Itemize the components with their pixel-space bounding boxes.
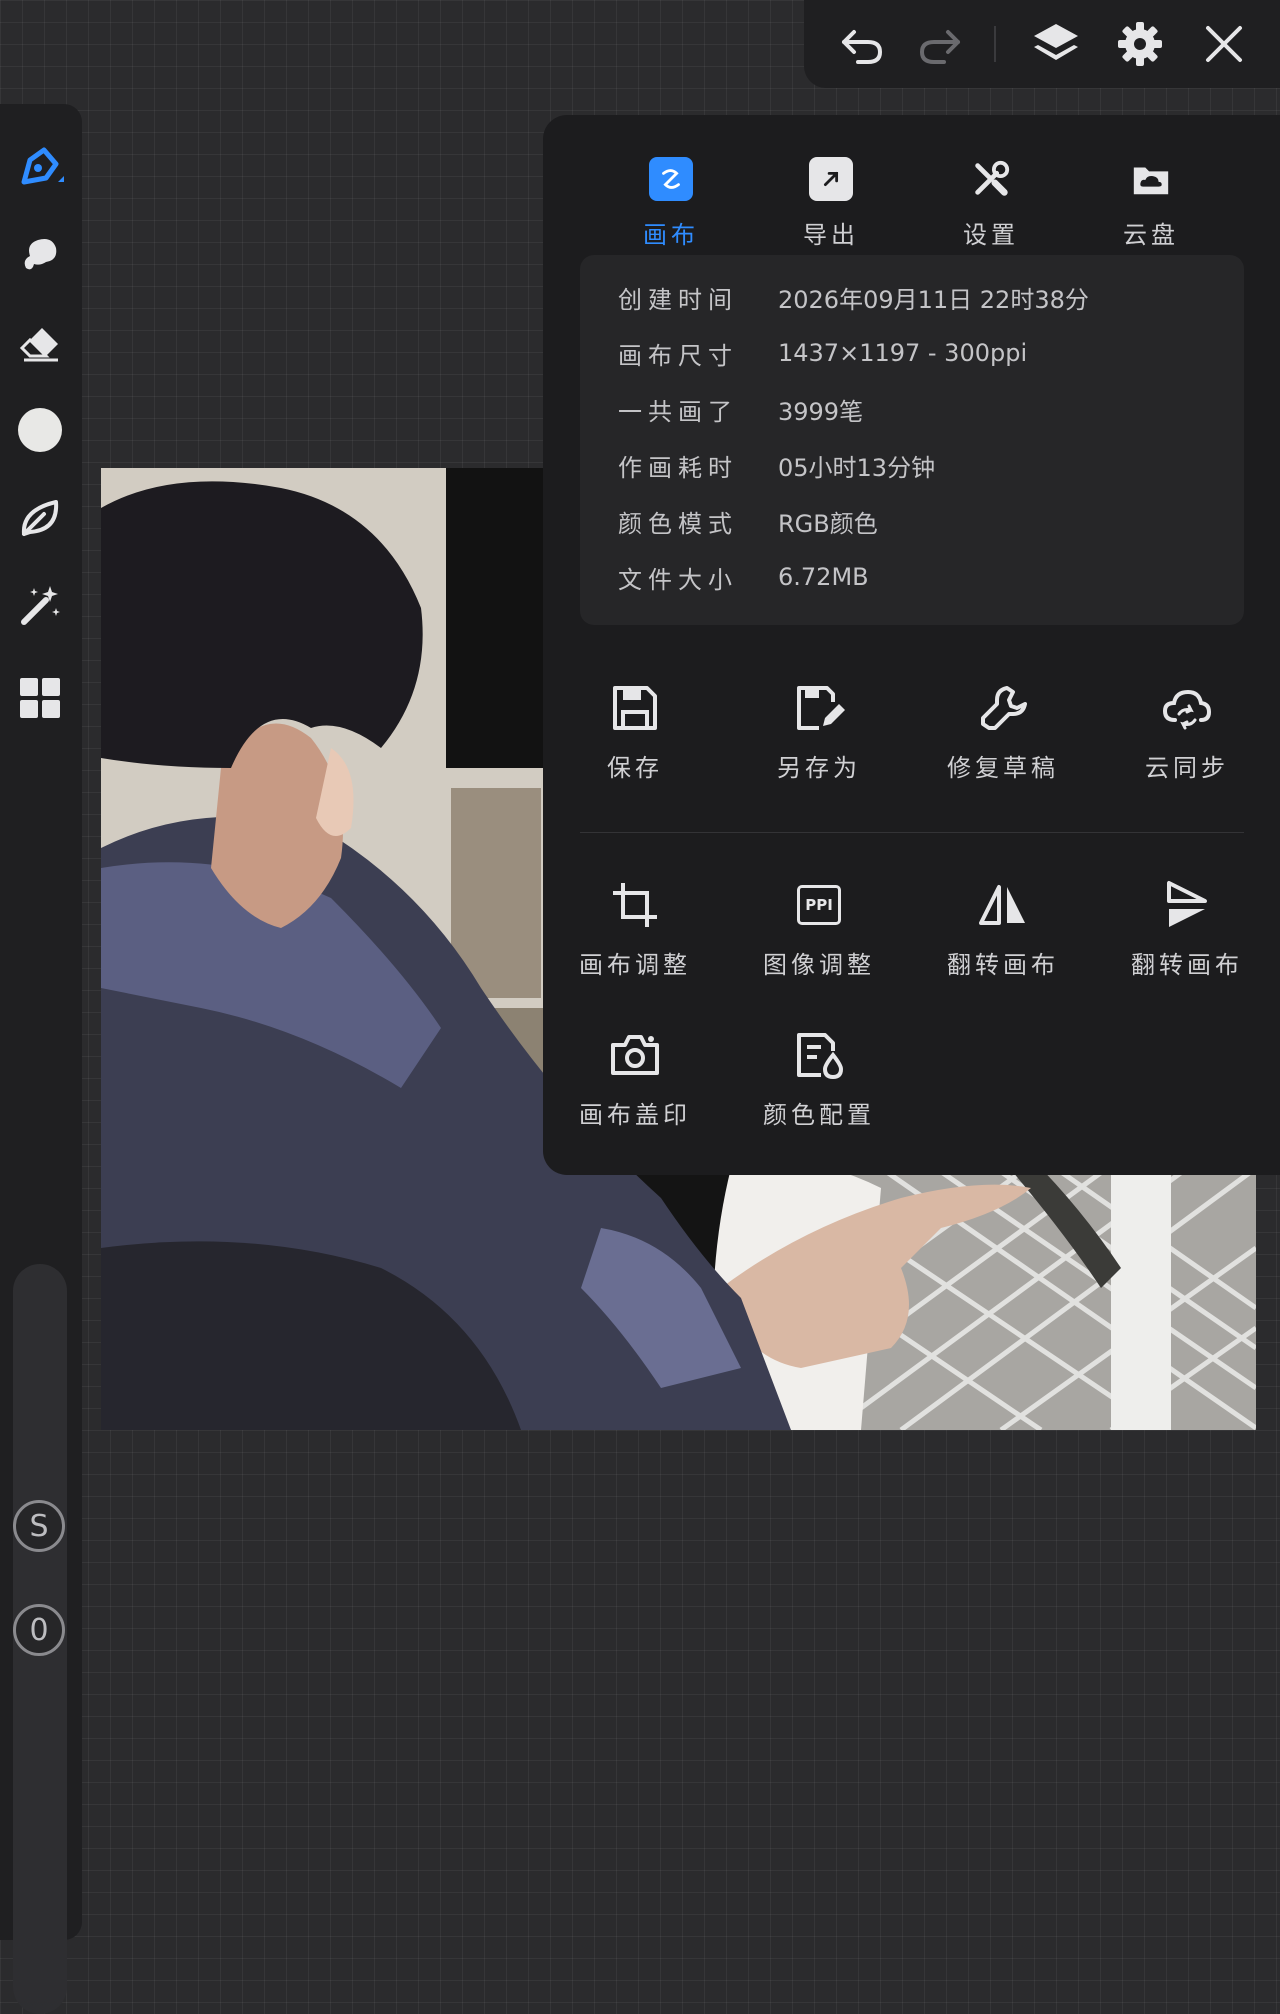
info-value: 05小时13分钟 <box>778 453 936 482</box>
close-button[interactable] <box>1196 16 1252 72</box>
info-value: RGB颜色 <box>778 509 878 538</box>
flip-vertical-button[interactable]: 翻转画布 <box>1095 877 1279 1007</box>
tab-canvas[interactable]: 画布 <box>591 135 751 249</box>
cloud-sync-icon <box>1159 680 1215 736</box>
undo-icon <box>842 30 883 64</box>
opacity-slider-knob[interactable]: 0 <box>13 1604 65 1656</box>
canvas-adjust-label: 画布调整 <box>579 951 691 979</box>
magic-wand-button[interactable] <box>12 578 68 634</box>
color-picker-button[interactable] <box>12 402 68 458</box>
eraser-tool-button[interactable] <box>12 314 68 370</box>
tab-settings[interactable]: 设置 <box>911 135 1071 249</box>
redo-icon <box>919 30 960 64</box>
color-profile-label: 颜色配置 <box>763 1101 875 1129</box>
crop-icon <box>607 877 663 933</box>
tab-export-label: 导出 <box>803 221 859 249</box>
save-as-label: 另存为 <box>777 754 861 782</box>
repair-draft-button[interactable]: 修复草稿 <box>911 680 1095 810</box>
ppi-icon: PPI <box>791 877 847 933</box>
cloud-folder-icon <box>1129 157 1173 201</box>
save-label: 保存 <box>607 754 663 782</box>
info-key: 文件大小 <box>618 565 738 594</box>
stylize-tool-button[interactable] <box>12 490 68 546</box>
save-button[interactable]: 保存 <box>543 680 727 810</box>
image-adjust-button[interactable]: PPI 图像调整 <box>727 877 911 1007</box>
tab-cloud-drive[interactable]: 云盘 <box>1071 135 1231 249</box>
info-row-strokes: 一共画了 3999笔 <box>618 389 863 429</box>
image-adjust-label: 图像调整 <box>763 951 875 979</box>
save-icon <box>607 680 663 736</box>
grid-icon <box>20 678 60 718</box>
info-value: 6.72MB <box>778 563 869 591</box>
magic-wand-icon <box>21 586 60 625</box>
info-row-duration: 作画耗时 05小时13分钟 <box>618 445 935 485</box>
size-knob-label: S <box>29 1508 49 1544</box>
tab-cloud-drive-label: 云盘 <box>1123 221 1179 249</box>
info-row-file-size: 文件大小 6.72MB <box>618 557 869 597</box>
canvas-stamp-label: 画布盖印 <box>579 1101 691 1129</box>
layers-button[interactable] <box>1028 16 1084 72</box>
info-key: 颜色模式 <box>618 509 738 538</box>
canvas-tab-icon <box>649 157 693 201</box>
info-key: 画布尺寸 <box>618 341 738 370</box>
canvas-adjust-button[interactable]: 画布调整 <box>543 877 727 1007</box>
opacity-knob-label: 0 <box>29 1612 49 1648</box>
tools-icon <box>969 157 1013 201</box>
info-key: 一共画了 <box>618 397 738 426</box>
opacity-slider[interactable] <box>13 1604 67 2014</box>
repair-draft-label: 修复草稿 <box>947 754 1059 782</box>
tab-canvas-label: 画布 <box>643 221 699 249</box>
smudge-icon <box>24 239 57 270</box>
settings-button[interactable] <box>1112 16 1168 72</box>
flip-horizontal-button[interactable]: 翻转画布 <box>911 877 1095 1007</box>
info-value: 3999笔 <box>778 397 864 426</box>
info-value: 2026年09月11日 22时38分 <box>778 285 1089 314</box>
info-key: 创建时间 <box>618 285 738 314</box>
color-profile-button[interactable]: 颜色配置 <box>727 1027 911 1157</box>
info-key: 作画耗时 <box>618 453 738 482</box>
more-tools-button[interactable] <box>12 670 68 726</box>
save-as-button[interactable]: 另存为 <box>727 680 911 810</box>
redo-button[interactable] <box>912 16 968 72</box>
flip-vertical-label: 翻转画布 <box>1131 951 1243 979</box>
gear-icon <box>1118 22 1162 66</box>
leaf-icon <box>21 500 59 536</box>
undo-button[interactable] <box>834 16 890 72</box>
top-toolbar <box>804 0 1280 88</box>
left-toolbar: S 0 <box>0 104 82 2014</box>
wrench-icon <box>975 680 1031 736</box>
flip-horizontal-label: 翻转画布 <box>947 951 1059 979</box>
camera-icon <box>607 1027 663 1083</box>
layers-icon <box>1034 24 1078 60</box>
color-profile-icon <box>791 1027 847 1083</box>
tab-settings-label: 设置 <box>963 221 1019 249</box>
brush-icon <box>21 147 64 185</box>
export-icon <box>809 157 853 201</box>
close-icon <box>1206 26 1242 62</box>
save-as-icon <box>791 680 847 736</box>
brush-tool-button[interactable] <box>12 138 68 194</box>
cloud-sync-label: 云同步 <box>1145 754 1229 782</box>
smudge-tool-button[interactable] <box>12 226 68 282</box>
info-row-created: 创建时间 2026年09月11日 22时38分 <box>618 277 1089 317</box>
info-value: 1437×1197 - 300ppi <box>778 339 1028 367</box>
actions-divider <box>580 832 1244 833</box>
color-circle-icon <box>18 408 62 452</box>
size-slider-knob[interactable]: S <box>13 1500 65 1552</box>
info-row-color-mode: 颜色模式 RGB颜色 <box>618 501 878 541</box>
canvas-stamp-button[interactable]: 画布盖印 <box>543 1027 727 1157</box>
ppi-icon-text: PPI <box>797 885 841 925</box>
cloud-sync-button[interactable]: 云同步 <box>1095 680 1279 810</box>
canvas-settings-panel: 画布 导出 设置 云盘 创建时间 2026年09月11日 22时38分 画布尺寸… <box>543 115 1280 1175</box>
tab-export[interactable]: 导出 <box>751 135 911 249</box>
eraser-icon <box>19 328 58 362</box>
flip-vertical-icon <box>1159 877 1215 933</box>
canvas-info-box: 创建时间 2026年09月11日 22时38分 画布尺寸 1437×1197 -… <box>580 255 1244 625</box>
top-bar-divider <box>994 26 996 62</box>
info-row-canvas-size: 画布尺寸 1437×1197 - 300ppi <box>618 333 1027 373</box>
flip-horizontal-icon <box>975 877 1031 933</box>
